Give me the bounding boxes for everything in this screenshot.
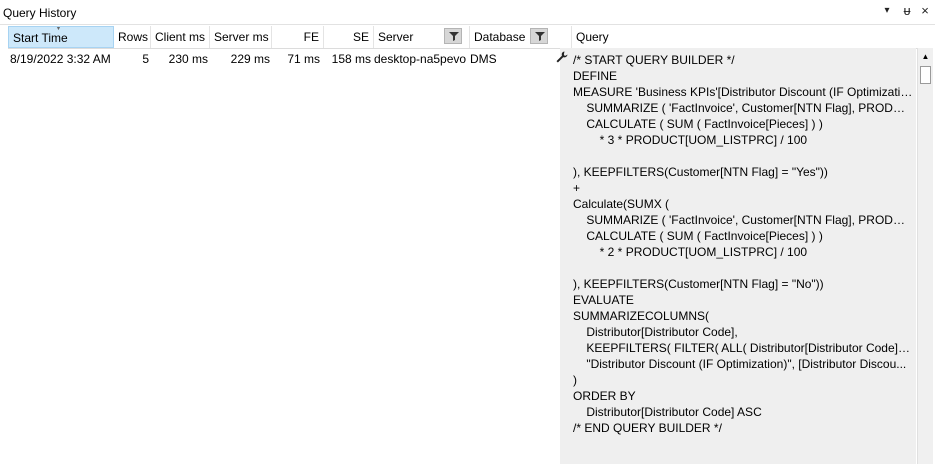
column-label: Server ms — [214, 30, 269, 44]
filter-icon[interactable] — [530, 28, 548, 44]
column-header-se[interactable]: SE — [324, 26, 374, 48]
query-line: KEEPFILTERS( FILTER( ALL( Distributor[Di… — [573, 341, 913, 355]
cell-start-time: 8/19/2022 3:32 AM — [10, 52, 111, 66]
scroll-up-icon[interactable]: ▲ — [918, 50, 933, 64]
cell-server: desktop-na5pevo — [374, 52, 467, 66]
query-line: Calculate(SUMX ( — [573, 197, 670, 211]
query-line: * 3 * PRODUCT[UOM_LISTPRC] / 100 — [573, 133, 808, 147]
cell-rows: 5 — [142, 52, 149, 66]
query-line: SUMMARIZE ( 'FactInvoice', Customer[NTN … — [573, 213, 913, 227]
query-line: ), KEEPFILTERS(Customer[NTN Flag] = "Yes… — [573, 165, 828, 179]
vertical-scrollbar[interactable]: ▲ — [917, 48, 933, 464]
column-label: Database — [474, 30, 526, 44]
query-line: ORDER BY — [573, 389, 636, 403]
cell-se: 158 ms — [331, 52, 371, 66]
query-line: ) — [573, 373, 577, 387]
panel-title-bar: Query History ▾ ᵾ × — [0, 0, 935, 25]
column-header-database[interactable]: Database — [470, 26, 572, 48]
table-row[interactable]: 8/19/2022 3:32 AM 5 230 ms 229 ms 71 ms … — [8, 50, 568, 68]
query-line: * 2 * PRODUCT[UOM_LISTPRC] / 100 — [573, 245, 808, 259]
column-header-server-ms[interactable]: Server ms — [210, 26, 272, 48]
column-header-rows[interactable]: Rows — [114, 26, 151, 48]
column-header-fe[interactable]: FE — [272, 26, 324, 48]
query-line: MEASURE 'Business KPIs'[Distributor Disc… — [573, 85, 913, 99]
column-label: Start Time — [13, 31, 68, 45]
query-text: /* START QUERY BUILDER */ DEFINE MEASURE '… — [573, 52, 913, 436]
query-line — [573, 260, 913, 276]
column-label: Client ms — [155, 30, 206, 44]
wrench-icon[interactable] — [555, 50, 569, 67]
query-line: EVALUATE — [573, 293, 634, 307]
column-header-start-time[interactable]: ▼ Start Time — [8, 26, 114, 48]
query-line: ), KEEPFILTERS(Customer[NTN Flag] = "No"… — [573, 277, 824, 291]
column-header-client-ms[interactable]: Client ms — [151, 26, 210, 48]
column-label: FE — [303, 30, 319, 44]
query-line: /* START QUERY BUILDER */ — [573, 53, 735, 67]
query-line: /* END QUERY BUILDER */ — [573, 421, 722, 435]
scrollbar-thumb[interactable] — [920, 66, 931, 84]
query-line: "Distributor Discount (IF Optimization)"… — [573, 357, 907, 371]
column-label: Rows — [118, 30, 149, 44]
cell-database: DMS — [470, 52, 497, 66]
query-line: CALCULATE ( SUM ( FactInvoice[Pieces] ) … — [573, 117, 823, 131]
panel-title: Query History — [3, 6, 77, 20]
dropdown-icon[interactable]: ▾ — [880, 4, 894, 18]
column-header-query[interactable]: Query — [572, 26, 918, 48]
cell-fe: 71 ms — [287, 52, 320, 66]
column-label: Server — [378, 30, 414, 44]
query-line: SUMMARIZECOLUMNS( — [573, 309, 710, 323]
query-line — [573, 148, 913, 164]
cell-client-ms: 230 ms — [168, 52, 208, 66]
close-icon[interactable]: × — [918, 4, 932, 18]
pin-icon[interactable]: ᵾ — [900, 4, 914, 18]
cell-server-ms: 229 ms — [230, 52, 270, 66]
column-label: Query — [576, 30, 609, 44]
query-line: CALCULATE ( SUM ( FactInvoice[Pieces] ) … — [573, 229, 823, 243]
column-header-server[interactable]: Server — [374, 26, 470, 48]
filter-icon[interactable] — [444, 28, 462, 44]
query-line: Distributor[Distributor Code] ASC — [573, 405, 762, 419]
query-line: DEFINE — [573, 69, 618, 83]
sort-descending-icon: ▼ — [55, 26, 62, 32]
grid-header: ▼ Start Time Rows Client ms Server ms FE… — [8, 26, 918, 49]
query-history-panel: Query History ▾ ᵾ × ▼ Start Time Rows Cl… — [0, 0, 935, 464]
query-line: + — [573, 181, 581, 195]
query-line: SUMMARIZE ( 'FactInvoice', Customer[NTN … — [573, 101, 913, 115]
query-line: Distributor[Distributor Code], — [573, 325, 738, 339]
column-label: SE — [352, 30, 369, 44]
